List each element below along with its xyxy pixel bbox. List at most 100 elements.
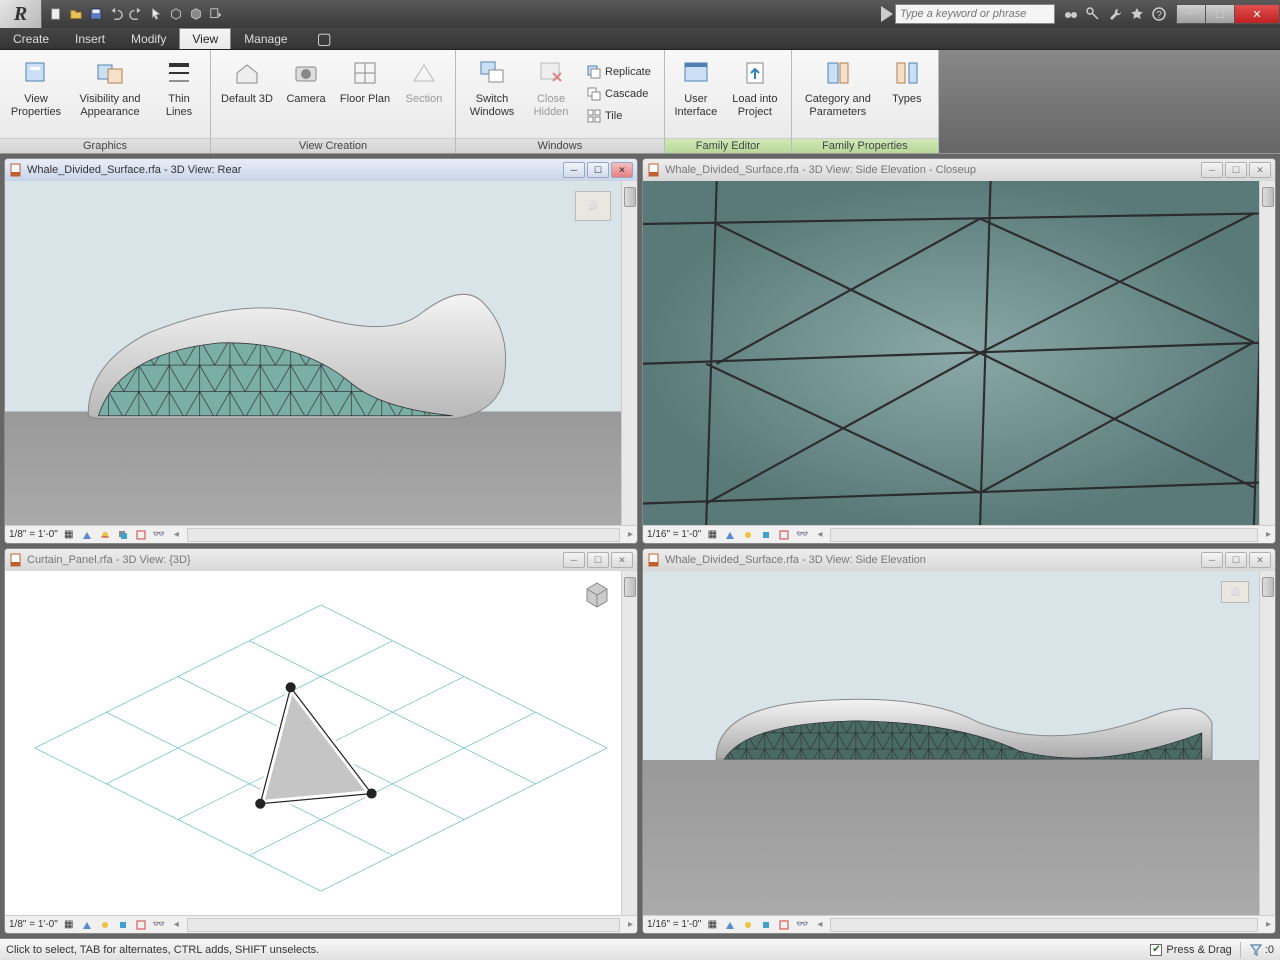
- view-scale[interactable]: 1/8" = 1'-0": [9, 919, 58, 930]
- minimize-button[interactable]: ─: [1176, 4, 1206, 24]
- sun-path-icon[interactable]: [98, 528, 112, 542]
- hide-icon[interactable]: 👓: [152, 918, 166, 932]
- crop-icon[interactable]: [777, 918, 791, 932]
- user-interface-button[interactable]: User Interface: [669, 52, 723, 136]
- view-titlebar[interactable]: Curtain_Panel.rfa - 3D View: {3D} ─ ☐ ✕: [5, 549, 637, 571]
- shadows-icon[interactable]: [116, 918, 130, 932]
- tab-view[interactable]: View: [179, 28, 231, 49]
- load-into-project-button[interactable]: Load into Project: [723, 52, 787, 136]
- view-canvas[interactable]: ⬜: [643, 571, 1275, 915]
- cascade-button[interactable]: Cascade: [580, 83, 658, 105]
- crop-icon[interactable]: [777, 528, 791, 542]
- vertical-scrollbar[interactable]: [621, 181, 637, 525]
- visual-style-icon[interactable]: [80, 918, 94, 932]
- binoculars-icon[interactable]: [1061, 4, 1081, 24]
- shadows-icon[interactable]: [759, 528, 773, 542]
- save-icon[interactable]: [86, 4, 106, 24]
- help-icon[interactable]: ?: [1149, 4, 1169, 24]
- replicate-button[interactable]: Replicate: [580, 61, 658, 83]
- view-maximize-button[interactable]: ☐: [1225, 162, 1247, 178]
- visual-style-icon[interactable]: [723, 528, 737, 542]
- tile-button[interactable]: Tile: [580, 105, 658, 127]
- view-scale[interactable]: 1/8" = 1'-0": [9, 529, 58, 540]
- horizontal-scrollbar[interactable]: [187, 528, 620, 542]
- visibility-button[interactable]: Visibility and Appearance: [68, 52, 152, 136]
- detail-level-icon[interactable]: ▦: [62, 528, 76, 542]
- floor-plan-button[interactable]: Floor Plan: [333, 52, 397, 136]
- view-close-button[interactable]: ✕: [1249, 162, 1271, 178]
- view-titlebar[interactable]: Whale_Divided_Surface.rfa - 3D View: Sid…: [643, 159, 1275, 181]
- cube2-icon[interactable]: [186, 4, 206, 24]
- switch-windows-button[interactable]: Switch Windows: [460, 52, 524, 136]
- sun-path-icon[interactable]: [741, 918, 755, 932]
- vertical-scrollbar[interactable]: [621, 571, 637, 915]
- hide-icon[interactable]: 👓: [795, 918, 809, 932]
- view-close-button[interactable]: ✕: [611, 552, 633, 568]
- view-titlebar[interactable]: Whale_Divided_Surface.rfa - 3D View: Sid…: [643, 549, 1275, 571]
- cube-icon[interactable]: [166, 4, 186, 24]
- thin-lines-button[interactable]: Thin Lines: [152, 52, 206, 136]
- horizontal-scrollbar[interactable]: [187, 918, 620, 932]
- undo-icon[interactable]: [106, 4, 126, 24]
- view-close-button[interactable]: ✕: [1249, 552, 1271, 568]
- view-maximize-button[interactable]: ☐: [587, 552, 609, 568]
- view-canvas[interactable]: [643, 181, 1275, 525]
- horizontal-scrollbar[interactable]: [830, 528, 1258, 542]
- visual-style-icon[interactable]: [723, 918, 737, 932]
- detail-level-icon[interactable]: ▦: [62, 918, 76, 932]
- selection-filter[interactable]: :0: [1249, 943, 1274, 957]
- app-menu-button[interactable]: R: [0, 0, 42, 28]
- view-scale[interactable]: 1/16" = 1'-0": [647, 919, 701, 930]
- camera-button[interactable]: Camera: [279, 52, 333, 136]
- help-toggle-icon[interactable]: ▢: [309, 28, 340, 49]
- viewcube[interactable]: ⬜: [1221, 581, 1249, 603]
- viewcube[interactable]: ⬜: [575, 191, 611, 221]
- shadows-icon[interactable]: [116, 528, 130, 542]
- wrench-icon[interactable]: [1105, 4, 1125, 24]
- category-params-button[interactable]: Category and Parameters: [796, 52, 880, 136]
- view-scale[interactable]: 1/16" = 1'-0": [647, 529, 701, 540]
- tab-manage[interactable]: Manage: [231, 28, 300, 49]
- sun-path-icon[interactable]: [741, 528, 755, 542]
- tab-insert[interactable]: Insert: [62, 28, 118, 49]
- view-titlebar[interactable]: Whale_Divided_Surface.rfa - 3D View: Rea…: [5, 159, 637, 181]
- press-drag-toggle[interactable]: ✔ Press & Drag: [1150, 944, 1231, 956]
- crop-icon[interactable]: [134, 918, 148, 932]
- shadows-icon[interactable]: [759, 918, 773, 932]
- view-maximize-button[interactable]: ☐: [1225, 552, 1247, 568]
- view-minimize-button[interactable]: ─: [1201, 162, 1223, 178]
- detail-level-icon[interactable]: ▦: [705, 528, 719, 542]
- viewcube[interactable]: [583, 581, 611, 609]
- view-canvas[interactable]: ⬜: [5, 181, 637, 525]
- view-close-button[interactable]: ✕: [611, 162, 633, 178]
- key-icon[interactable]: [1083, 4, 1103, 24]
- types-button[interactable]: Types: [880, 52, 934, 136]
- hide-icon[interactable]: 👓: [152, 528, 166, 542]
- detail-level-icon[interactable]: ▦: [705, 918, 719, 932]
- star-icon[interactable]: [1127, 4, 1147, 24]
- view-maximize-button[interactable]: ☐: [587, 162, 609, 178]
- visual-style-icon[interactable]: [80, 528, 94, 542]
- maximize-button[interactable]: ☐: [1205, 4, 1235, 24]
- hide-icon[interactable]: 👓: [795, 528, 809, 542]
- vertical-scrollbar[interactable]: [1259, 181, 1275, 525]
- view-minimize-button[interactable]: ─: [563, 162, 585, 178]
- crop-icon[interactable]: [134, 528, 148, 542]
- dropdown-icon[interactable]: [206, 4, 226, 24]
- tab-create[interactable]: Create: [0, 28, 62, 49]
- close-button[interactable]: ✕: [1234, 4, 1280, 24]
- default-3d-button[interactable]: Default 3D: [215, 52, 279, 136]
- view-properties-button[interactable]: View Properties: [4, 52, 68, 136]
- new-icon[interactable]: [46, 4, 66, 24]
- tab-modify[interactable]: Modify: [118, 28, 179, 49]
- sun-path-icon[interactable]: [98, 918, 112, 932]
- search-input[interactable]: [895, 4, 1055, 24]
- view-minimize-button[interactable]: ─: [563, 552, 585, 568]
- pointer-icon[interactable]: [146, 4, 166, 24]
- horizontal-scrollbar[interactable]: [830, 918, 1258, 932]
- redo-icon[interactable]: [126, 4, 146, 24]
- vertical-scrollbar[interactable]: [1259, 571, 1275, 915]
- view-minimize-button[interactable]: ─: [1201, 552, 1223, 568]
- open-icon[interactable]: [66, 4, 86, 24]
- search-trigger-icon[interactable]: [881, 6, 893, 22]
